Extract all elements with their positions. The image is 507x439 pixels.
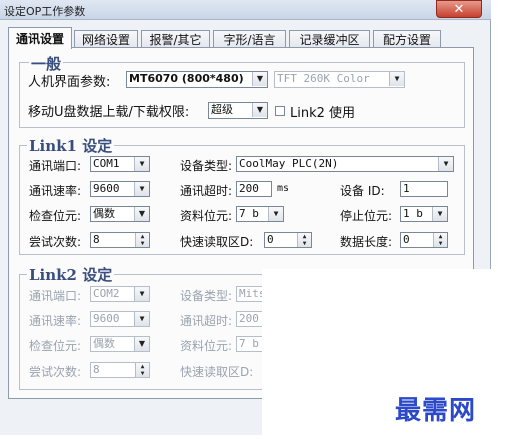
window-title: 设定OP工作参数 [4,5,86,18]
link1-data-bits-select[interactable]: 7 b ▼ [236,206,284,222]
link1-data-length-label: 数据长度: [340,235,393,249]
chevron-down-icon: ▼ [268,207,283,221]
link2-device-type-label: 设备类型: [180,289,233,303]
chevron-down-icon: ▼ [134,157,149,171]
link2-retry-label: 尝试次数: [29,365,82,379]
link1-device-type-label: 设备类型: [180,159,233,173]
link1-device-id-label: 设备 ID: [340,184,385,198]
watermark-logo: 最需网 [395,396,477,426]
link2-enable-checkbox[interactable] [275,106,285,116]
link1-data-length-stepper[interactable]: 0 ▲ ▼ [400,232,448,248]
link2-parity-select[interactable]: 偶数 ▼ [90,336,150,352]
chevron-down-icon: ▼ [438,157,453,171]
link1-retry-label: 尝试次数: [29,235,82,249]
tab-record-buffer[interactable]: 记录缓冲区 [289,30,370,48]
hmi-params-label: 人机界面参数: [28,75,111,90]
link1-baud-label: 通讯速率: [29,184,82,198]
tab-alarm-other[interactable]: 报警/其它 [141,30,210,48]
link1-baud-select[interactable]: 9600 ▼ [90,181,150,197]
link1-stop-bits-label: 停止位元: [340,209,393,223]
link2-port-select[interactable]: COM2 ▼ [90,286,150,302]
close-icon: ✕ [453,2,465,17]
link1-timeout-label: 通讯超时: [180,184,233,198]
chevron-down-icon: ▼ [134,337,149,351]
spinner-arrows-icon: ▲ ▼ [135,233,149,247]
title-bar: 设定OP工作参数 ✕ [0,0,491,20]
chevron-down-icon: ▼ [252,103,267,117]
chevron-down-icon: ▼ [389,72,404,86]
spinner-arrows-icon: ▲ ▼ [433,233,447,247]
link1-stop-bits-select[interactable]: 1 b ▼ [400,206,448,222]
chevron-down-icon: ▼ [134,287,149,301]
hmi-model-select[interactable]: MT6070 (800*480) ▼ [126,71,268,88]
usb-permission-label: 移动U盘数据上载/下载权限: [28,105,190,120]
link1-port-label: 通讯端口: [29,159,82,173]
usb-permission-select[interactable]: 超级 ▼ [208,102,268,119]
tab-network[interactable]: 网络设置 [74,30,138,48]
link1-device-id-input[interactable]: 1 [400,181,448,197]
link2-timeout-label: 通讯超时: [180,314,233,328]
link2-baud-label: 通讯速率: [29,314,82,328]
link1-fast-read-label: 快速读取区D: [180,235,254,249]
link2-data-bits-label: 资料位元: [180,339,233,353]
spinner-arrows-icon: ▲ ▼ [135,363,149,377]
link1-parity-select[interactable]: 偶数 ▼ [90,206,150,222]
color-mode-select[interactable]: TFT 260K Color ▼ [274,71,405,88]
tab-communication[interactable]: 通讯设置 [8,27,72,49]
link2-retry-stepper[interactable]: 8 ▲ ▼ [90,362,150,378]
link2-port-label: 通讯端口: [29,289,82,303]
link1-data-bits-label: 资料位元: [180,209,233,223]
link2-parity-label: 检查位元: [29,339,82,353]
chevron-down-icon: ▼ [134,207,149,221]
link1-device-type-select[interactable]: CoolMay PLC(2N) ▼ [236,156,454,172]
link1-retry-stepper[interactable]: 8 ▲ ▼ [90,232,150,248]
link1-timeout-input[interactable]: 200 [236,181,272,197]
spinner-arrows-icon: ▲ ▼ [297,233,311,247]
tab-recipe[interactable]: 配方设置 [373,30,441,48]
link2-fast-read-label: 快速读取区D: [180,365,254,379]
link2-baud-select[interactable]: 9600 ▼ [90,311,150,327]
link2-enable-label: Link2 使用 [290,106,356,121]
link2-legend: Link2 设定 [27,264,115,285]
link1-parity-label: 检查位元: [29,209,82,223]
chevron-down-icon: ▼ [134,182,149,196]
link1-legend: Link1 设定 [27,135,115,156]
chevron-down-icon: ▼ [134,312,149,326]
chevron-down-icon: ▼ [432,207,447,221]
link1-timeout-unit: ms [277,183,290,194]
chevron-down-icon: ▼ [252,72,267,86]
link1-fast-read-stepper[interactable]: 0 ▲ ▼ [264,232,312,248]
tab-font-language[interactable]: 字形/语言 [213,30,286,48]
link1-port-select[interactable]: COM1 ▼ [90,156,150,172]
close-button[interactable]: ✕ [436,0,482,18]
